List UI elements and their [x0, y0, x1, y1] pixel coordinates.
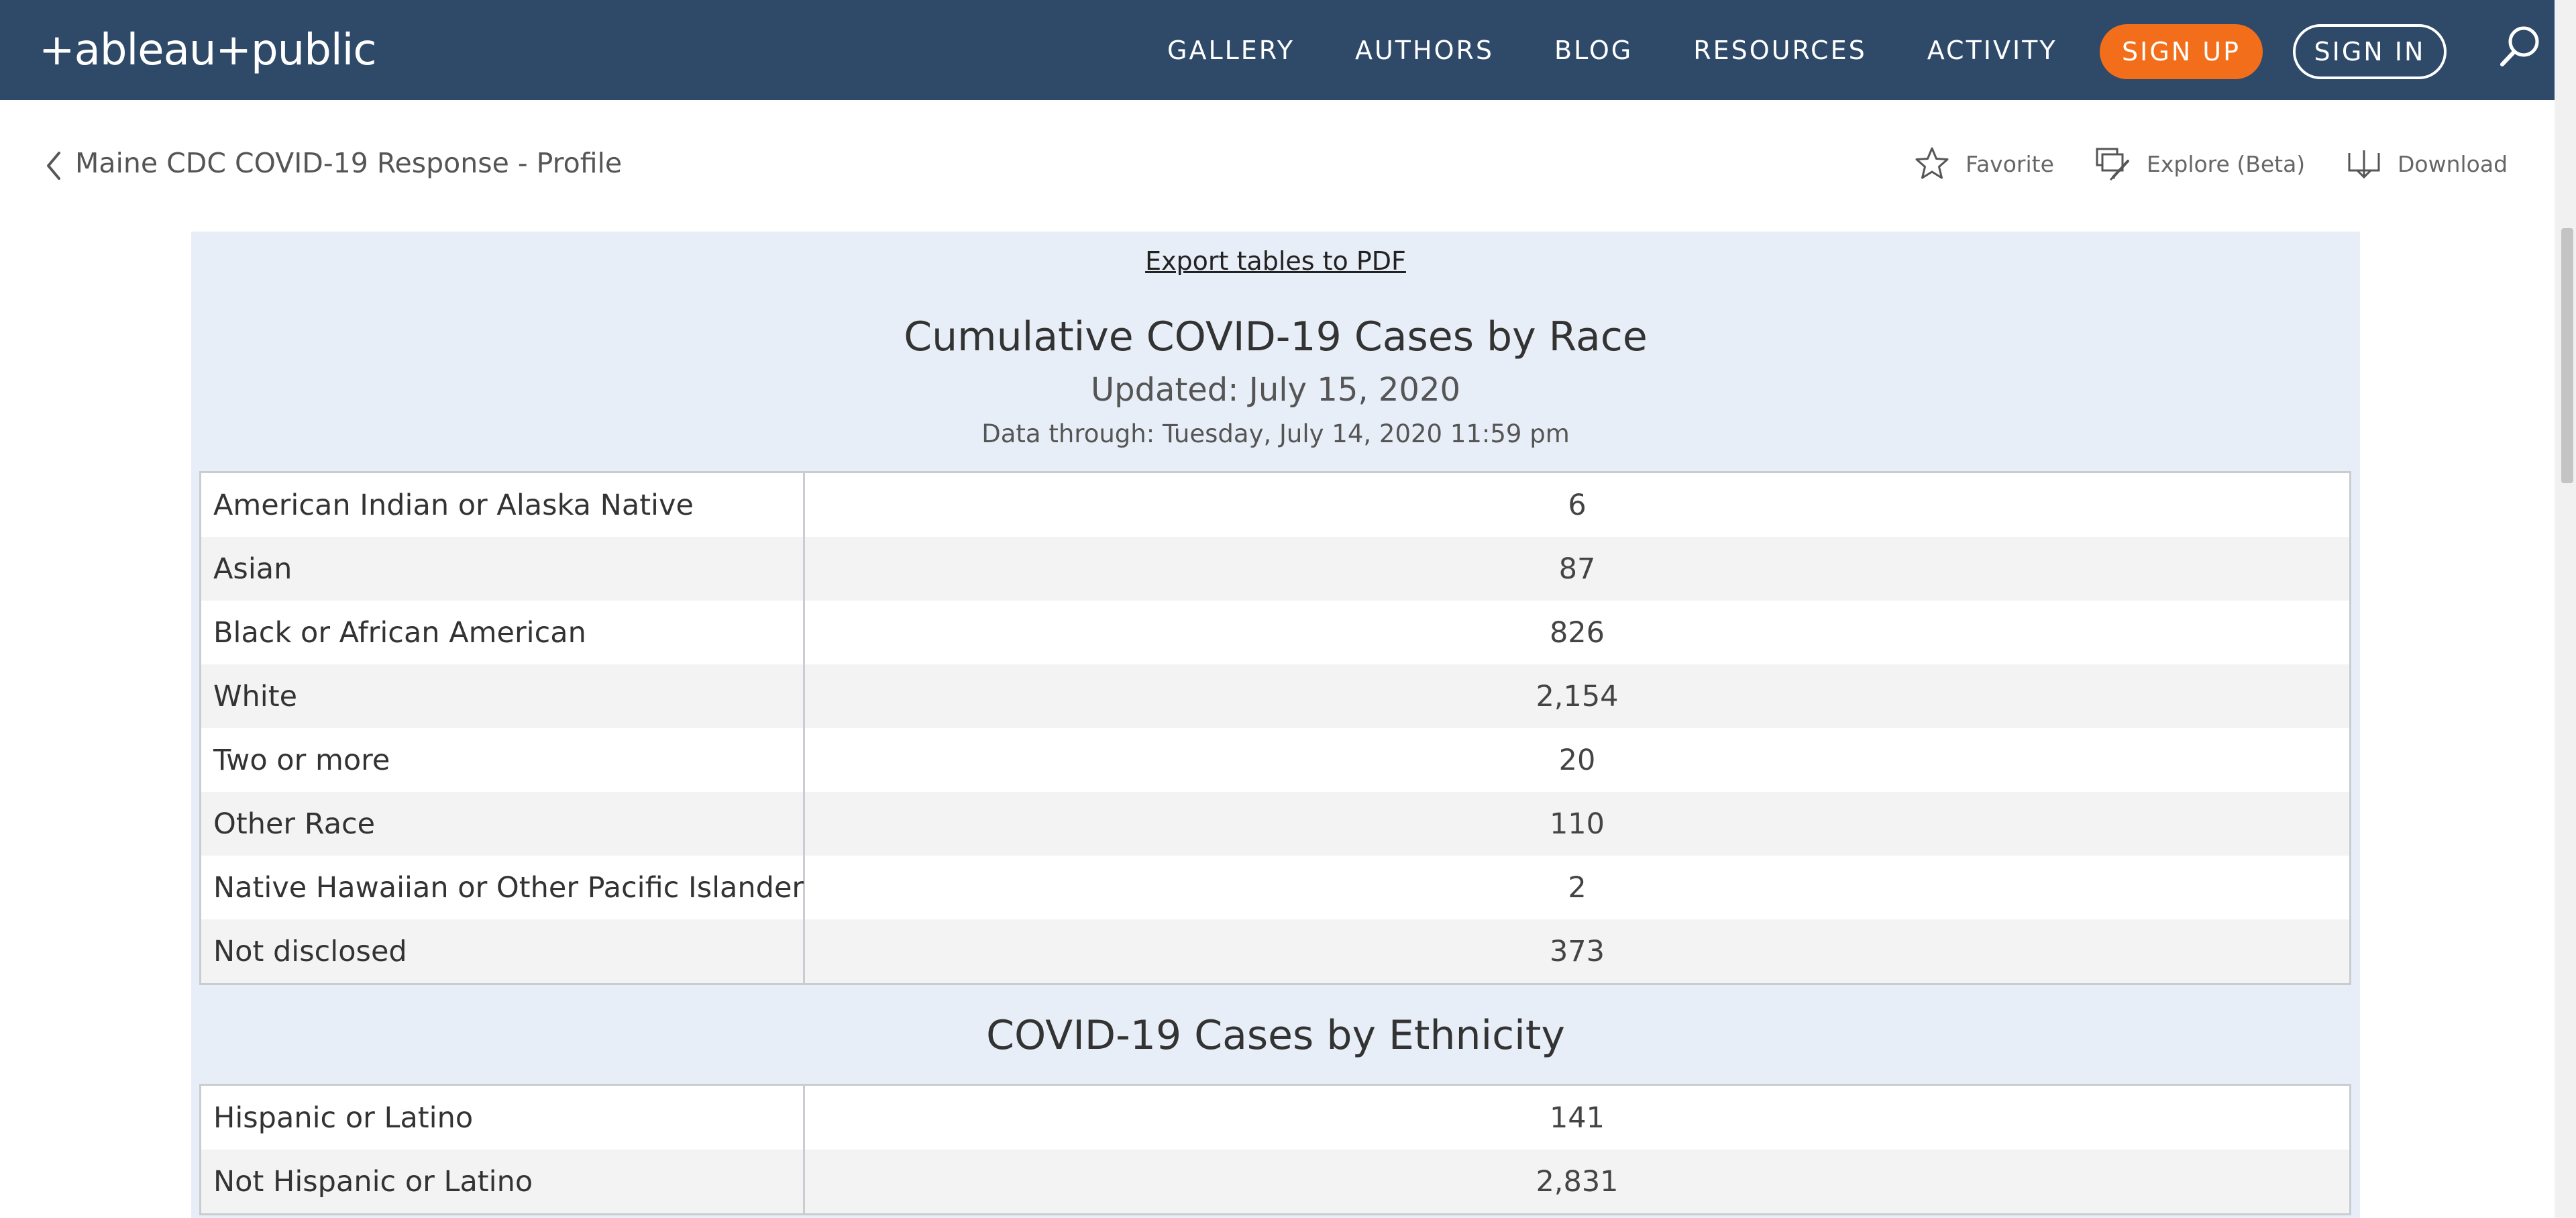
export-tables-link[interactable]: Export tables to PDF — [191, 246, 2360, 276]
case-count: 826 — [1549, 615, 1605, 650]
top-nav-bar: +ableau+public GALLERY AUTHORS BLOG RESO… — [0, 0, 2555, 100]
table-row[interactable]: Two or more 20 — [201, 728, 2349, 792]
nav-resources[interactable]: RESOURCES — [1693, 36, 1866, 65]
explore-beta-button[interactable]: Explore (Beta) — [2094, 142, 2305, 185]
page-scrollbar-thumb[interactable] — [2561, 228, 2573, 483]
race-label: White — [201, 664, 805, 728]
race-label: Not disclosed — [201, 919, 805, 983]
case-count: 6 — [1568, 488, 1587, 522]
race-data-through: Data through: Tuesday, July 14, 2020 11:… — [981, 419, 1570, 448]
sign-up-button[interactable]: SIGN UP — [2100, 24, 2263, 79]
explore-label: Explore (Beta) — [2147, 150, 2306, 177]
download-icon — [2348, 150, 2380, 179]
race-label: Native Hawaiian or Other Pacific Islande… — [201, 856, 805, 919]
nav-blog[interactable]: BLOG — [1554, 36, 1633, 65]
search-icon[interactable] — [2497, 23, 2544, 70]
case-count: 110 — [1549, 807, 1605, 841]
case-count: 2,831 — [1536, 1164, 1619, 1199]
favorite-label: Favorite — [1966, 150, 2054, 177]
table-row[interactable]: White 2,154 — [201, 664, 2349, 728]
case-count: 20 — [1558, 743, 1596, 777]
nav-gallery[interactable]: GALLERY — [1167, 36, 1295, 65]
race-cases-table: American Indian or Alaska Native 6 Asian… — [199, 471, 2351, 985]
table-row[interactable]: Other Race 110 — [201, 792, 2349, 856]
race-table-title: Cumulative COVID-19 Cases by Race — [904, 313, 1648, 360]
favorite-button[interactable]: Favorite — [1913, 142, 2054, 185]
race-label: Asian — [201, 537, 805, 601]
sign-in-button[interactable]: SIGN IN — [2293, 24, 2447, 79]
case-count: 373 — [1549, 934, 1605, 968]
logo-text: +ableau+public — [39, 26, 377, 75]
ethnicity-cases-table: Hispanic or Latino 141 Not Hispanic or L… — [199, 1084, 2351, 1215]
case-count: 2 — [1568, 870, 1587, 905]
race-label: Black or African American — [201, 601, 805, 664]
race-updated-date: Updated: July 15, 2020 — [1090, 371, 1461, 409]
nav-authors[interactable]: AUTHORS — [1355, 36, 1494, 65]
download-label: Download — [2398, 150, 2508, 177]
table-row[interactable]: Hispanic or Latino 141 — [201, 1086, 2349, 1150]
nav-links: GALLERY AUTHORS BLOG RESOURCES ACTIVITY — [1167, 0, 2118, 100]
explore-edit-icon — [2096, 148, 2129, 181]
ethnicity-table-title: COVID-19 Cases by Ethnicity — [986, 1012, 1565, 1059]
ethnicity-label: Hispanic or Latino — [201, 1086, 805, 1150]
table-row[interactable]: American Indian or Alaska Native 6 — [201, 473, 2349, 537]
chevron-left-icon[interactable] — [43, 150, 66, 181]
star-icon — [1915, 147, 1949, 179]
table-row[interactable]: Black or African American 826 — [201, 601, 2349, 664]
table-row[interactable]: Not disclosed 373 — [201, 919, 2349, 983]
case-count: 141 — [1549, 1101, 1605, 1135]
race-label: Other Race — [201, 792, 805, 856]
ethnicity-label: Not Hispanic or Latino — [201, 1150, 805, 1213]
dashboard-panel: Export tables to PDF Cumulative COVID-19… — [191, 232, 2360, 1218]
nav-activity[interactable]: ACTIVITY — [1927, 36, 2057, 65]
table-row[interactable]: Not Hispanic or Latino 2,831 — [201, 1150, 2349, 1213]
race-label: American Indian or Alaska Native — [201, 473, 805, 537]
case-count: 87 — [1558, 552, 1596, 586]
tableau-public-logo[interactable]: +ableau+public — [39, 20, 377, 81]
table-row[interactable]: Native Hawaiian or Other Pacific Islande… — [201, 856, 2349, 919]
table-row[interactable]: Asian 87 — [201, 537, 2349, 601]
download-button[interactable]: Download — [2345, 142, 2508, 185]
page-scrollbar-track[interactable] — [2555, 0, 2576, 1218]
case-count: 2,154 — [1536, 679, 1619, 713]
race-label: Two or more — [201, 728, 805, 792]
profile-back-link[interactable]: Maine CDC COVID-19 Response - Profile — [75, 147, 622, 179]
